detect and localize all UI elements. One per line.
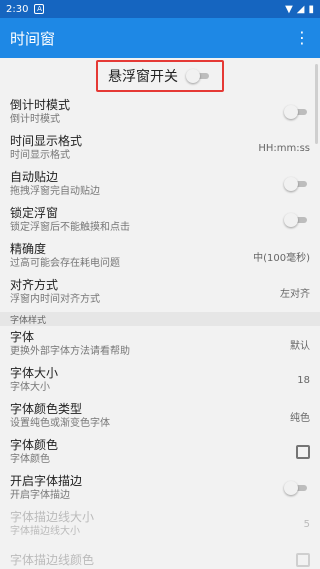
setting-precision[interactable]: 精确度 过高可能会存在耗电问题 中(100毫秒): [0, 238, 320, 274]
floating-window-toggle[interactable]: [186, 69, 212, 83]
setting-title: 字体描边线大小: [10, 510, 95, 524]
setting-subtitle: 字体描边线大小: [10, 526, 80, 537]
scrollbar[interactable]: [315, 64, 318, 144]
floating-window-toggle-label: 悬浮窗开关: [108, 69, 178, 85]
time-format-value: HH:mm:ss: [258, 142, 310, 154]
setting-stroke-color: 字体描边线颜色: [0, 542, 320, 569]
setting-title: 字体: [10, 330, 35, 344]
setting-subtitle: 更换外部字体方法请看帮助: [10, 346, 130, 357]
countdown-mode-toggle[interactable]: [284, 105, 310, 119]
app-title: 时间窗: [10, 29, 56, 48]
status-time: 2:30: [6, 3, 29, 15]
setting-stroke-size: 字体描边线大小 字体描边线大小 5: [0, 506, 320, 542]
notification-a-icon: A: [34, 4, 45, 14]
setting-title: 时间显示格式: [10, 134, 83, 148]
setting-subtitle: 浮窗内时间对齐方式: [10, 294, 100, 305]
setting-font-size[interactable]: 字体大小 字体大小 18: [0, 362, 320, 398]
stroke-color-checkbox: [296, 553, 310, 567]
setting-title: 字体描边线颜色: [10, 553, 95, 567]
lock-window-toggle[interactable]: [284, 213, 310, 227]
auto-snap-toggle[interactable]: [284, 177, 310, 191]
setting-subtitle: 字体大小: [10, 382, 50, 393]
setting-subtitle: 设置纯色或渐变色字体: [10, 418, 110, 429]
setting-title: 字体大小: [10, 366, 59, 380]
setting-subtitle: 时间显示格式: [10, 150, 70, 161]
setting-title: 精确度: [10, 242, 47, 256]
master-toggle-highlight[interactable]: 悬浮窗开关: [96, 60, 224, 92]
font-color-type-value: 纯色: [290, 412, 310, 424]
floating-window-master-row[interactable]: 悬浮窗开关: [0, 58, 320, 94]
font-style-section-header: 字体样式: [0, 312, 320, 326]
setting-title: 开启字体描边: [10, 474, 83, 488]
font-size-value: 18: [297, 374, 310, 386]
font-value: 默认: [290, 340, 310, 352]
setting-subtitle: 倒计时模式: [10, 114, 60, 125]
font-color-checkbox[interactable]: [296, 445, 310, 459]
font-stroke-toggle[interactable]: [284, 481, 310, 495]
stroke-size-value: 5: [303, 518, 310, 530]
setting-font-stroke[interactable]: 开启字体描边 开启字体描边: [0, 470, 320, 506]
setting-alignment[interactable]: 对齐方式 浮窗内时间对齐方式 左对齐: [0, 274, 320, 310]
setting-countdown-mode[interactable]: 倒计时模式 倒计时模式: [0, 94, 320, 130]
setting-lock-window[interactable]: 锁定浮窗 锁定浮窗后不能触摸和点击: [0, 202, 320, 238]
setting-title: 字体颜色: [10, 438, 59, 452]
precision-value: 中(100毫秒): [253, 252, 310, 264]
setting-font[interactable]: 字体 更换外部字体方法请看帮助 默认: [0, 326, 320, 362]
setting-subtitle: 字体颜色: [10, 454, 50, 465]
setting-subtitle: 拖拽浮窗完自动贴边: [10, 186, 100, 197]
battery-icon: ▮: [308, 3, 314, 15]
setting-subtitle: 开启字体描边: [10, 490, 70, 501]
alignment-value: 左对齐: [280, 288, 310, 300]
setting-font-color-type[interactable]: 字体颜色类型 设置纯色或渐变色字体 纯色: [0, 398, 320, 434]
setting-title: 锁定浮窗: [10, 206, 59, 220]
settings-content[interactable]: 悬浮窗开关 倒计时模式 倒计时模式 时间显示格式 时间显示格式 HH:mm:ss…: [0, 58, 320, 569]
wifi-icon: ▼: [285, 3, 293, 15]
setting-font-color[interactable]: 字体颜色 字体颜色: [0, 434, 320, 470]
setting-title: 自动贴边: [10, 170, 59, 184]
setting-subtitle: 锁定浮窗后不能触摸和点击: [10, 222, 130, 233]
setting-title: 对齐方式: [10, 278, 59, 292]
setting-title: 字体颜色类型: [10, 402, 83, 416]
signal-icon: ◢: [296, 3, 305, 15]
setting-auto-snap[interactable]: 自动贴边 拖拽浮窗完自动贴边: [0, 166, 320, 202]
setting-time-format[interactable]: 时间显示格式 时间显示格式 HH:mm:ss: [0, 130, 320, 166]
app-bar: 时间窗 ⋮: [0, 18, 320, 58]
more-options-icon[interactable]: ⋮: [294, 30, 310, 46]
status-bar: 2:30 A ▼ ◢ ▮: [0, 0, 320, 18]
setting-subtitle: 过高可能会存在耗电问题: [10, 258, 120, 269]
setting-title: 倒计时模式: [10, 98, 71, 112]
